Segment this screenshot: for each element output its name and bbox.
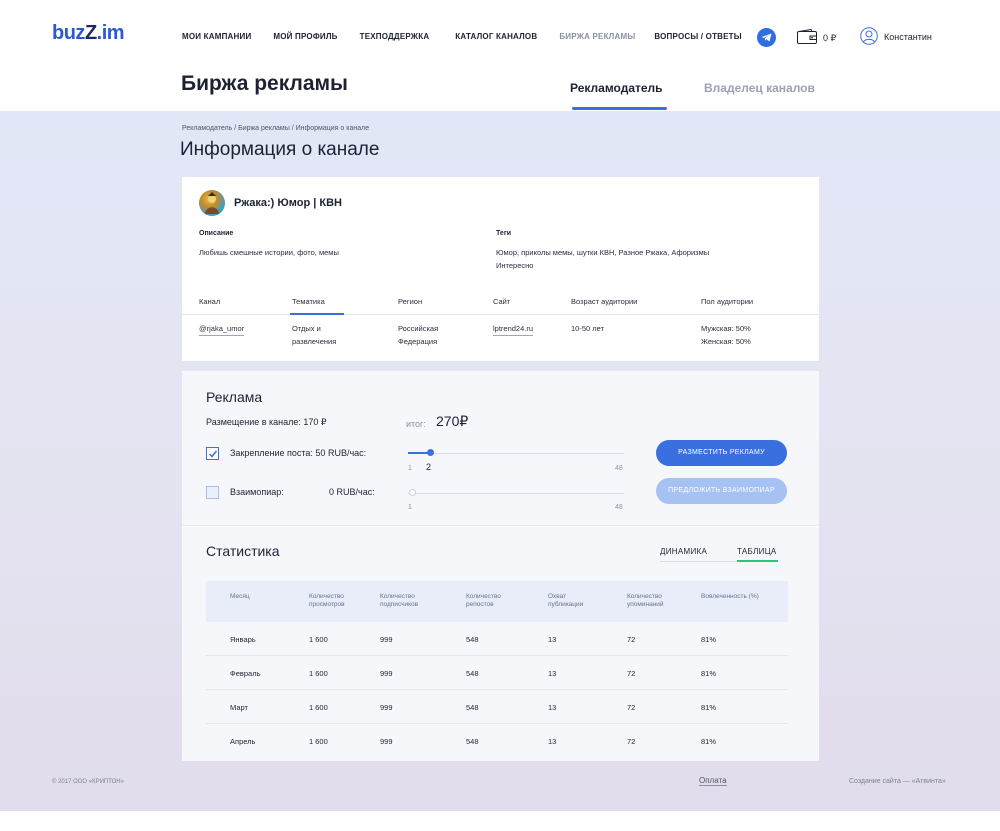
col-topic[interactable]: Тематика: [292, 297, 325, 306]
tags-text-line1: Юмор, приколы мемы, шутки КВН, Разное Рж…: [496, 248, 710, 257]
mutual-pr-checkbox[interactable]: [206, 486, 219, 499]
table-row: Февраль 1 600 999 548 13 72 81%: [206, 656, 788, 690]
gender-female: Женская: 50%: [701, 337, 751, 346]
nav-my-profile[interactable]: МОЙ ПРОФИЛЬ: [273, 32, 337, 41]
stats-title: Статистика: [206, 543, 280, 559]
region-line2: Федерация: [398, 337, 438, 346]
tags-label: Теги: [496, 230, 512, 237]
stats-tab-divider: [660, 561, 736, 562]
region-line1: Российская: [398, 324, 439, 333]
channel-info-header: Канал Тематика Регион Сайт Возраст аудит…: [182, 287, 819, 315]
mutual-slider-track[interactable]: [408, 493, 624, 494]
balance: 0 ₽: [823, 33, 837, 43]
nav-support[interactable]: ТЕХПОДДЕРЖКА: [360, 32, 430, 41]
placement-price: Размещение в канале: 170 ₽: [206, 417, 327, 427]
total-value: 270₽: [436, 413, 469, 429]
gender-male: Мужская: 50%: [701, 324, 751, 333]
active-tab-indicator: [572, 107, 667, 110]
stats-table-header: Месяц Количество просмотров Количество под…: [206, 581, 788, 622]
col-channel: Канал: [199, 297, 221, 306]
col-region: Регион: [398, 297, 423, 306]
total-label: итог:: [406, 419, 426, 429]
tab-table[interactable]: ТАБЛИЦА: [737, 547, 777, 556]
channel-name: Ржака:) Юмор | КВН: [234, 197, 342, 209]
channel-handle-link[interactable]: @rjaka_umor: [199, 322, 245, 336]
table-row: Январь 1 600 999 548 13 72 81%: [206, 622, 788, 656]
col-age: Возраст аудитории: [571, 297, 638, 306]
site-link[interactable]: lptrend24.ru: [493, 322, 534, 336]
th-views: Количество просмотров: [309, 593, 345, 608]
nav-ad-exchange[interactable]: БИРЖА РЕКЛАМЫ: [559, 32, 635, 41]
table-row: Март 1 600 999 548 13 72 81%: [206, 690, 788, 724]
ad-title: Реклама: [206, 389, 263, 405]
th-reach: Охват публикации: [548, 593, 584, 608]
stats-active-tab-indicator: [737, 560, 778, 562]
description-label: Описание: [199, 230, 234, 237]
telegram-icon[interactable]: [757, 28, 776, 47]
wallet-icon[interactable]: [797, 28, 817, 49]
th-reposts: Количество репостов: [466, 593, 501, 608]
th-engagement: Вовлеченность (%): [701, 593, 759, 600]
stats-table: Месяц Количество просмотров Количество под…: [206, 581, 788, 758]
user-icon[interactable]: [860, 27, 878, 50]
pin-slider-handle[interactable]: [427, 449, 434, 456]
section-title: Информация о канале: [180, 139, 380, 160]
copyright: © 2017 ООО «КРИПТОН»: [52, 779, 124, 785]
description-text: Любишь смешные истории, фото, мемы: [199, 248, 339, 257]
breadcrumb[interactable]: Рекламодатель / Биржа рекламы / Информац…: [182, 125, 369, 132]
pin-post-label: Закрепление поста: 50 RUB/час:: [230, 448, 367, 458]
payment-link[interactable]: Оплата: [699, 776, 727, 786]
pin-slider-min: 1: [408, 465, 412, 472]
tab-dynamics[interactable]: ДИНАМИКА: [660, 547, 707, 556]
mutual-slider-max: 48: [615, 504, 623, 511]
header: buzZ.im МОИ КАМПАНИИ МОЙ ПРОФИЛЬ ТЕХПОДД…: [0, 0, 1000, 111]
mutual-pr-price: 0 RUB/час:: [329, 487, 375, 497]
pin-slider-value: 2: [426, 462, 432, 472]
th-month: Месяц: [230, 593, 250, 600]
ad-stats-card: Реклама Размещение в канале: 170 ₽ итог:…: [182, 371, 819, 761]
th-subscribers: Количество подписчиков: [380, 593, 419, 608]
channel-info-card: Ржака:) Юмор | КВН Описание Любишь смешн…: [182, 177, 819, 361]
content-area: Рекламодатель / Биржа рекламы / Информац…: [0, 111, 1000, 811]
tab-channel-owner[interactable]: Владелец каналов: [704, 81, 815, 95]
col-gender: Пол аудитории: [701, 297, 754, 306]
pin-slider-track[interactable]: [408, 453, 624, 454]
topic-line2: развлечения: [292, 337, 337, 346]
channel-avatar: [199, 190, 225, 216]
offer-mutual-pr-button[interactable]: ПРЕДЛОЖИТЬ ВЗАИМОПИАР: [656, 478, 787, 504]
username[interactable]: Константин: [884, 32, 932, 42]
nav-channel-catalog[interactable]: КАТАЛОГ КАНАЛОВ: [455, 32, 537, 41]
nav-my-campaigns[interactable]: МОИ КАМПАНИИ: [182, 32, 251, 41]
mutual-slider-min: 1: [408, 504, 412, 511]
main-nav: МОИ КАМПАНИИ МОЙ ПРОФИЛЬ ТЕХПОДДЕРЖКА КА…: [182, 32, 764, 41]
pin-post-checkbox[interactable]: [206, 447, 219, 460]
th-mentions: Количество упоминаний: [627, 593, 664, 608]
nav-faq[interactable]: ВОПРОСЫ / ОТВЕТЫ: [654, 32, 741, 41]
logo[interactable]: buzZ.im: [52, 22, 125, 45]
age-value: 10-50 лет: [571, 324, 604, 333]
pin-slider-max: 48: [615, 465, 623, 472]
tags-text-line2: Интересно: [496, 261, 534, 270]
table-row: Апрель 1 600 999 548 13 72 81%: [230, 737, 717, 746]
ad-section: Реклама Размещение в канале: 170 ₽ итог:…: [182, 371, 819, 526]
site-credits-link[interactable]: Создание сайта — «Атвинта»: [849, 778, 946, 785]
page-title: Биржа рекламы: [181, 72, 348, 95]
mutual-pr-label: Взаимопиар:: [230, 487, 284, 497]
topic-line1: Отдых и: [292, 324, 321, 333]
tab-advertiser[interactable]: Рекламодатель: [570, 81, 663, 95]
mutual-slider-handle[interactable]: [409, 489, 416, 496]
topic-tab-indicator: [290, 313, 344, 315]
col-site: Сайт: [493, 297, 511, 306]
place-ad-button[interactable]: РАЗМЕСТИТЬ РЕКЛАМУ: [656, 440, 787, 466]
